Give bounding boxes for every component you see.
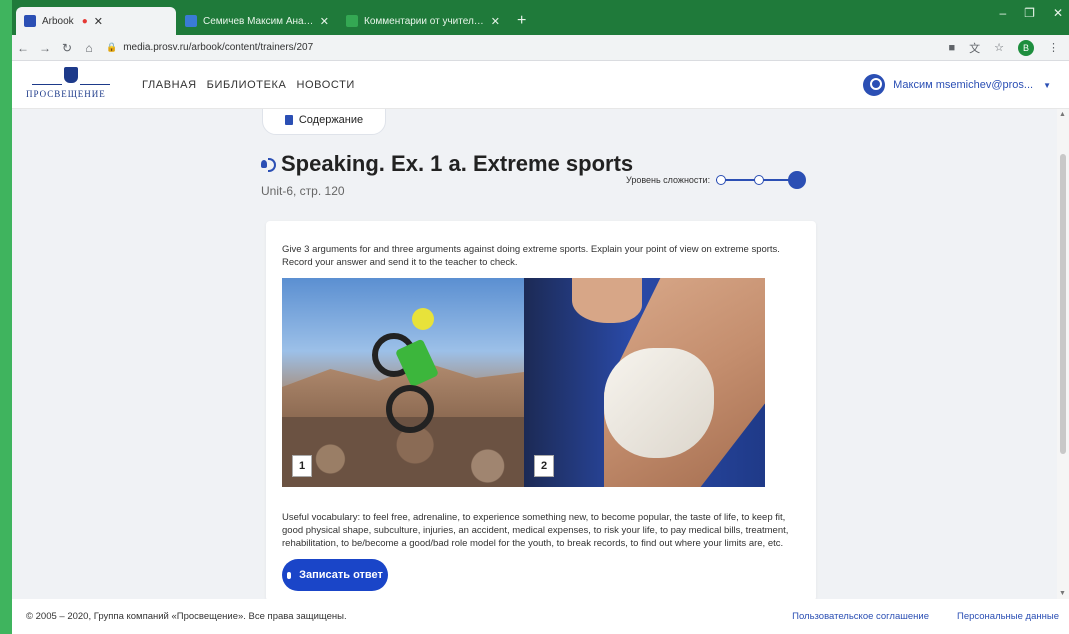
main-nav: ГЛАВНАЯ БИБЛИОТЕКА НОВОСТИ	[142, 79, 355, 91]
user-menu[interactable]: Максим msemichev@pros... ▼	[863, 74, 1051, 96]
close-window-icon[interactable]: ✕	[1053, 6, 1063, 20]
image-label-1: 1	[292, 455, 312, 477]
nav-news[interactable]: НОВОСТИ	[296, 79, 354, 91]
tab-profile[interactable]: Семичев Максим Анатольевич ✕	[177, 7, 337, 35]
profile-favicon-icon	[185, 15, 197, 27]
footer-links: Пользовательское соглашение Персональные…	[792, 611, 1059, 622]
address-bar[interactable]: 🔒 media.prosv.ru/arbook/content/trainers…	[106, 38, 313, 58]
tab-comments[interactable]: Комментарии от учителей - Go ✕	[338, 7, 508, 35]
exercise-card: Give 3 arguments for and three arguments…	[266, 221, 816, 599]
motorbike	[372, 303, 452, 433]
difficulty-dot-2	[754, 175, 765, 185]
record-answer-button[interactable]: Записать ответ	[282, 559, 388, 591]
bandaged-elbow-photo: 2	[524, 278, 765, 487]
microphone-icon	[287, 571, 292, 579]
close-tab-icon[interactable]: ✕	[491, 15, 500, 28]
logo-emblem-icon	[64, 67, 78, 83]
reload-icon[interactable]: ↻	[56, 41, 78, 55]
logo-rule-left	[32, 84, 62, 85]
logo-text: ПРОСВЕЩЕНИЕ	[26, 89, 106, 99]
hand	[572, 278, 642, 323]
copyright: © 2005 – 2020, Группа компаний «Просвеще…	[26, 611, 347, 622]
scroll-thumb[interactable]	[1060, 154, 1066, 454]
menu-kebab-icon[interactable]: ⋮	[1048, 41, 1059, 54]
speaking-icon	[261, 157, 276, 172]
recording-icon: ●	[81, 15, 88, 27]
bandage	[604, 348, 714, 458]
browser-toolbar: ← → ↻ ⌂ 🔒 media.prosv.ru/arbook/content/…	[12, 35, 1069, 61]
toc-button[interactable]: Содержание	[262, 109, 386, 135]
prosveshchenie-logo[interactable]: ПРОСВЕЩЕНИЕ	[26, 67, 116, 103]
user-agreement-link[interactable]: Пользовательское соглашение	[792, 611, 929, 622]
forward-icon[interactable]: →	[34, 41, 56, 55]
exercise-title-text: Speaking. Ex. 1 a. Extreme sports	[281, 151, 634, 176]
arbook-favicon-icon	[24, 15, 36, 27]
page-scrollbar[interactable]: ▲ ▼	[1057, 109, 1069, 599]
scroll-up-icon[interactable]: ▲	[1059, 111, 1066, 118]
vocabulary-text: Useful vocabulary: to feel free, adrenal…	[282, 512, 789, 549]
difficulty-label: Уровень сложности:	[626, 175, 711, 185]
window-frame	[0, 0, 12, 634]
exercise-title: Speaking. Ex. 1 a. Extreme sports	[261, 151, 633, 177]
main-content: Содержание Speaking. Ex. 1 a. Extreme sp…	[12, 109, 1057, 599]
scroll-down-icon[interactable]: ▼	[1059, 590, 1066, 597]
maximize-icon[interactable]: ❐	[1024, 6, 1035, 20]
tab-bar: Arbook ● ✕ Семичев Максим Анатольевич ✕ …	[12, 0, 1069, 35]
tab-title: Комментарии от учителей - Go	[364, 15, 485, 27]
difficulty-level: Уровень сложности:	[626, 170, 807, 190]
toolbar-actions: ■ 文 ☆ B ⋮	[948, 39, 1069, 56]
bookmark-icon	[284, 115, 293, 125]
close-tab-icon[interactable]: ✕	[320, 15, 329, 28]
rider-helmet	[412, 308, 434, 330]
close-tab-icon[interactable]: ✕	[94, 15, 103, 28]
url-text: media.prosv.ru/arbook/content/trainers/2…	[123, 42, 314, 53]
new-tab-button[interactable]: +	[509, 7, 534, 35]
site-header: ПРОСВЕЩЕНИЕ ГЛАВНАЯ БИБЛИОТЕКА НОВОСТИ М…	[12, 61, 1069, 109]
profile-avatar[interactable]: B	[1018, 39, 1034, 56]
minimize-icon[interactable]: –	[999, 6, 1006, 20]
toc-label: Содержание	[298, 114, 364, 126]
personal-data-link[interactable]: Персональные данные	[957, 611, 1059, 622]
difficulty-dot-1	[716, 175, 727, 185]
difficulty-dot-3	[788, 171, 807, 189]
translate-icon[interactable]: 文	[969, 40, 980, 56]
exercise-subtitle: Unit-6, стр. 120	[261, 184, 345, 198]
rear-wheel	[386, 385, 434, 433]
image-label-2: 2	[534, 455, 554, 477]
user-avatar-icon	[863, 74, 886, 96]
user-name: Максим msemichev@pros...	[893, 79, 1034, 91]
difficulty-track	[716, 170, 807, 190]
lock-icon: 🔒	[106, 42, 118, 52]
tab-title: Семичев Максим Анатольевич	[203, 15, 314, 27]
logo-rule-right	[80, 84, 110, 85]
tab-title: Arbook	[42, 15, 74, 27]
tab-arbook[interactable]: Arbook ● ✕	[16, 7, 176, 35]
window-controls: – ❐ ✕	[999, 6, 1063, 20]
bookmark-star-icon[interactable]: ☆	[994, 41, 1004, 54]
home-icon[interactable]: ⌂	[78, 41, 100, 55]
site-footer: © 2005 – 2020, Группа компаний «Просвеще…	[12, 599, 1069, 634]
chevron-down-icon: ▼	[1043, 80, 1051, 90]
back-icon[interactable]: ←	[12, 41, 34, 55]
record-answer-label: Записать ответ	[299, 569, 383, 581]
nav-home[interactable]: ГЛАВНАЯ	[142, 79, 197, 91]
motocross-photo: 1	[282, 278, 524, 487]
task-text: Give 3 arguments for and three arguments…	[282, 244, 780, 268]
camera-icon[interactable]: ■	[948, 42, 955, 54]
nav-library[interactable]: БИБЛИОТЕКА	[207, 79, 287, 91]
classroom-favicon-icon	[346, 15, 358, 27]
